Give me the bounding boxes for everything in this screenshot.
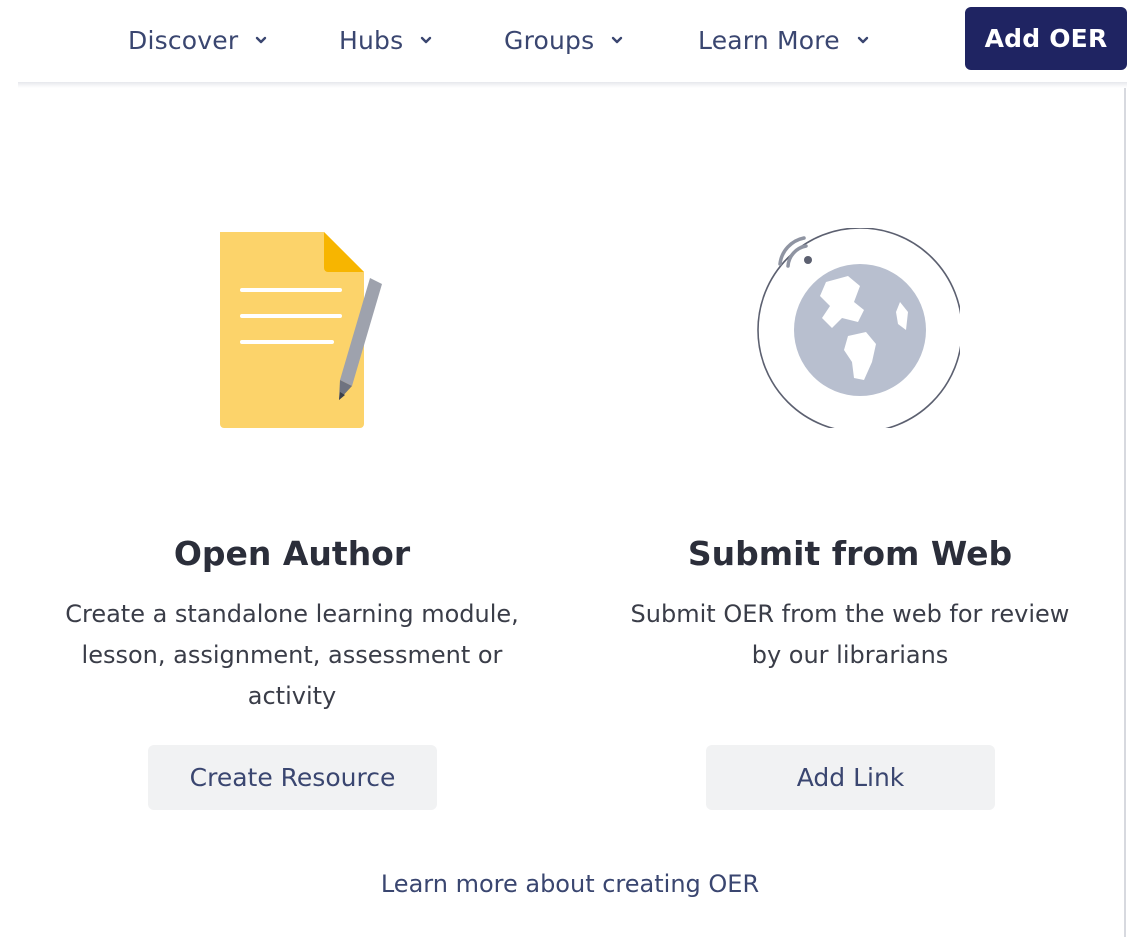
globe-icon <box>757 228 960 428</box>
chevron-down-icon <box>612 36 623 44</box>
nav-discover-label: Discover <box>128 25 239 55</box>
nav-learn-more-label: Learn More <box>698 25 840 55</box>
open-author-illustration <box>32 228 552 428</box>
submit-from-web-card: Submit from Web Submit OER from the web … <box>590 88 1110 848</box>
add-oer-button[interactable]: Add OER <box>965 7 1127 70</box>
open-author-description: Create a standalone learning module, les… <box>65 600 519 710</box>
submit-from-web-title: Submit from Web <box>687 534 1013 573</box>
learn-more-creating-oer-link[interactable]: Learn more about creating OER <box>0 870 1135 898</box>
top-navigation: Discover Hubs Groups Learn More Add OER <box>0 0 1135 82</box>
open-author-title: Open Author <box>173 534 411 573</box>
submit-from-web-description: Submit OER from the web for review by ou… <box>630 600 1070 669</box>
add-link-button[interactable]: Add Link <box>706 745 995 810</box>
nav-groups[interactable]: Groups <box>504 22 624 58</box>
document-pencil-icon <box>220 232 382 428</box>
nav-learn-more[interactable]: Learn More <box>698 22 870 58</box>
submit-from-web-illustration <box>590 228 1110 428</box>
chevron-down-icon <box>421 36 432 44</box>
nav-discover[interactable]: Discover <box>128 22 268 58</box>
create-resource-button[interactable]: Create Resource <box>148 745 437 810</box>
nav-hubs[interactable]: Hubs <box>339 22 433 58</box>
nav-groups-label: Groups <box>504 25 595 55</box>
chevron-down-icon <box>256 36 267 44</box>
panel-border <box>1124 88 1126 937</box>
nav-hubs-label: Hubs <box>339 25 404 55</box>
open-author-card: Open Author Create a standalone learning… <box>32 88 552 848</box>
chevron-down-icon <box>857 36 868 44</box>
